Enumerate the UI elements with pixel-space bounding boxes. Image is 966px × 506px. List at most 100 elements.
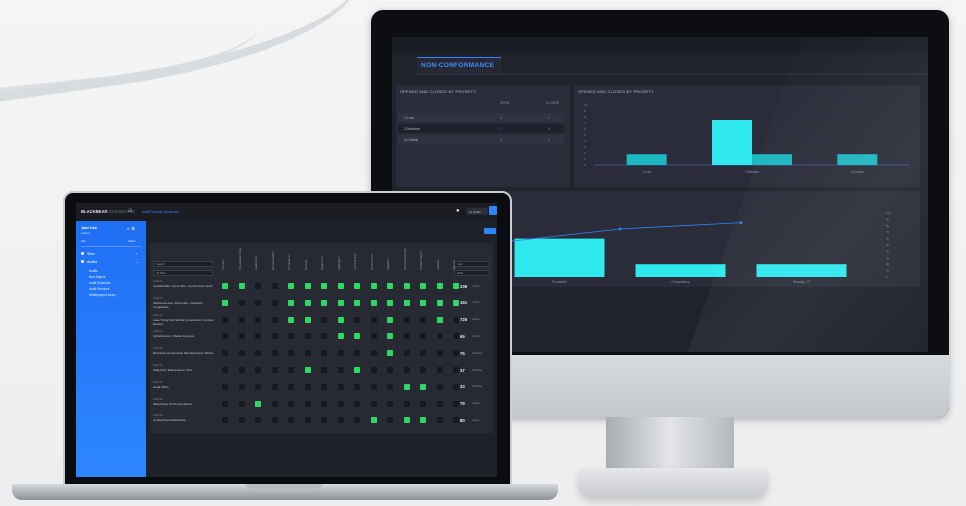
matrix-cell-finding[interactable] <box>420 283 426 289</box>
tab-non-conformance[interactable]: NON-CONFORMANCE <box>417 57 501 73</box>
matrix-cell-empty[interactable] <box>436 350 443 357</box>
matrix-cell-empty[interactable] <box>321 367 327 373</box>
matrix-cell-finding[interactable] <box>304 283 311 289</box>
matrix-cell-empty[interactable] <box>420 333 426 340</box>
matrix-cell-finding[interactable] <box>403 417 410 424</box>
matrix-cell-empty[interactable] <box>238 299 245 306</box>
matrix-cell-finding[interactable] <box>288 283 294 289</box>
matrix-cell-finding[interactable] <box>354 333 360 340</box>
matrix-cell-empty[interactable] <box>436 417 443 424</box>
matrix-cell-empty[interactable] <box>288 367 294 373</box>
matrix-cell-empty[interactable] <box>271 283 278 289</box>
search-input[interactable]: Search <box>153 261 213 267</box>
matrix-cell-empty[interactable] <box>420 316 426 323</box>
matrix-cell-empty[interactable] <box>222 316 228 323</box>
matrix-cell-empty[interactable] <box>255 333 261 340</box>
user-menu[interactable]: Jo Smith <box>466 208 488 215</box>
matrix-cell-finding[interactable] <box>222 299 228 306</box>
matrix-cell-empty[interactable] <box>271 417 278 424</box>
matrix-cell-empty[interactable] <box>403 400 410 407</box>
matrix-cell-empty[interactable] <box>255 316 261 323</box>
matrix-cell-finding[interactable] <box>370 283 377 289</box>
matrix-cell-empty[interactable] <box>255 350 261 357</box>
home-icon[interactable]: ⌂ <box>128 207 132 214</box>
matrix-cell-empty[interactable] <box>354 350 360 357</box>
matrix-cell-empty[interactable] <box>403 367 410 373</box>
table-row[interactable]: 3-Critical 4 1 <box>398 135 564 144</box>
matrix-cell-finding[interactable] <box>304 299 311 306</box>
matrix-cell-empty[interactable] <box>337 400 344 407</box>
chevron-down-icon[interactable]: ⌄ <box>136 260 139 264</box>
breadcrumb[interactable]: Audit Findings Dashboard <box>142 210 179 214</box>
matrix-cell-empty[interactable] <box>403 316 410 323</box>
matrix-cell-empty[interactable] <box>403 350 410 357</box>
matrix-cell-empty[interactable] <box>453 400 459 407</box>
matrix-cell-empty[interactable] <box>337 383 344 390</box>
matrix-cell-finding[interactable] <box>403 299 410 306</box>
matrix-cell-empty[interactable] <box>304 417 311 424</box>
matrix-cell-empty[interactable] <box>370 333 377 340</box>
matrix-cell-finding[interactable] <box>354 299 360 306</box>
matrix-cell-empty[interactable] <box>271 316 278 323</box>
matrix-cell-finding[interactable] <box>420 383 426 390</box>
row-label[interactable]: Audit 08 Warehouse North Operations <box>153 398 215 406</box>
matrix-cell-empty[interactable] <box>222 350 228 357</box>
row-label[interactable]: Audit 05 Riverside Construction Site Expa… <box>153 347 215 355</box>
matrix-cell-finding[interactable] <box>387 333 393 340</box>
matrix-cell-empty[interactable] <box>321 383 327 390</box>
matrix-cell-empty[interactable] <box>453 316 459 323</box>
matrix-cell-empty[interactable] <box>436 400 443 407</box>
matrix-cell-empty[interactable] <box>387 383 393 390</box>
matrix-cell-empty[interactable] <box>354 383 360 390</box>
matrix-cell-empty[interactable] <box>321 417 327 424</box>
sidebar-subitem[interactable]: Whitepaper/Library <box>89 293 116 297</box>
matrix-cell-empty[interactable] <box>370 400 377 407</box>
matrix-cell-empty[interactable] <box>222 383 228 390</box>
site-filter-select[interactable]: All Sites <box>153 270 213 276</box>
matrix-cell-empty[interactable] <box>453 333 459 340</box>
matrix-cell-finding[interactable] <box>420 417 426 424</box>
matrix-cell-finding[interactable] <box>436 316 443 323</box>
matrix-cell-finding[interactable] <box>222 283 228 289</box>
matrix-cell-empty[interactable] <box>321 350 327 357</box>
year-value-select[interactable]: 2019 <box>454 270 490 276</box>
matrix-cell-finding[interactable] <box>403 283 410 289</box>
matrix-cell-empty[interactable] <box>453 350 459 357</box>
sidebar-item-audits[interactable]: Audits <box>81 260 97 264</box>
matrix-cell-finding[interactable] <box>321 283 327 289</box>
matrix-cell-empty[interactable] <box>271 333 278 340</box>
sidebar-settings-icon[interactable]: ◐ ⚙ <box>127 226 135 232</box>
matrix-cell-empty[interactable] <box>304 400 311 407</box>
matrix-cell-empty[interactable] <box>354 316 360 323</box>
matrix-cell-empty[interactable] <box>420 400 426 407</box>
matrix-cell-empty[interactable] <box>271 400 278 407</box>
matrix-cell-empty[interactable] <box>321 400 327 407</box>
row-label[interactable]: Audit 03 Lake Trinity Civil Works Constru… <box>153 314 215 326</box>
matrix-cell-finding[interactable] <box>337 283 344 289</box>
row-label[interactable]: Audit 04 Infrastructure / Waste Systems <box>153 330 215 338</box>
matrix-cell-empty[interactable] <box>255 417 261 424</box>
row-label[interactable]: Audit 06 Waterfront Maintenance Yard <box>153 364 215 372</box>
matrix-cell-empty[interactable] <box>387 417 393 424</box>
matrix-cell-empty[interactable] <box>354 417 360 424</box>
matrix-cell-empty[interactable] <box>337 417 344 424</box>
user-avatar-button[interactable] <box>489 206 497 215</box>
matrix-cell-empty[interactable] <box>255 283 261 289</box>
matrix-cell-empty[interactable] <box>222 417 228 424</box>
matrix-cell-empty[interactable] <box>436 333 443 340</box>
matrix-cell-empty[interactable] <box>436 367 443 373</box>
matrix-cell-empty[interactable] <box>238 383 245 390</box>
row-label[interactable]: Audit 02 Westwood Ave / Riverside - Quart… <box>153 297 215 309</box>
matrix-cell-empty[interactable] <box>271 350 278 357</box>
table-row[interactable]: 2-Medium 7 4 <box>398 124 564 133</box>
table-row[interactable]: 1-Low 3 1 <box>398 113 564 122</box>
year-select[interactable]: Year <box>454 261 490 267</box>
matrix-cell-finding[interactable] <box>387 316 393 323</box>
matrix-cell-empty[interactable] <box>387 400 393 407</box>
matrix-cell-finding[interactable] <box>304 316 311 323</box>
matrix-cell-empty[interactable] <box>222 333 228 340</box>
matrix-cell-empty[interactable] <box>288 333 294 340</box>
new-button[interactable] <box>484 228 496 234</box>
matrix-cell-finding[interactable] <box>387 350 393 357</box>
matrix-cell-empty[interactable] <box>453 417 459 424</box>
